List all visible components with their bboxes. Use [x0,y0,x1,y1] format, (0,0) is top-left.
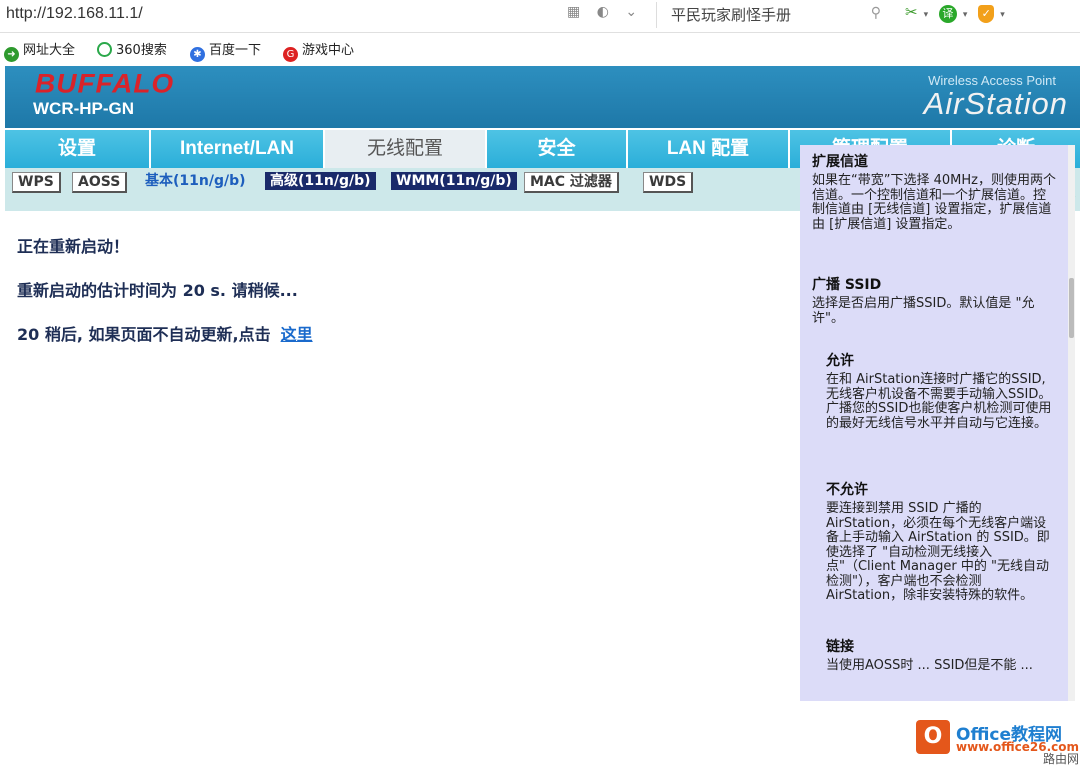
bookmarks-bar: ➜ 网址大全 360搜索 ✱ 百度一下 G 游戏中心 [0,33,1080,63]
search-box[interactable]: 平民玩家刷怪手册 ⚲ [656,2,889,28]
bookmark-360[interactable]: 360搜索 [97,39,167,58]
brand-logo: BUFFALO [35,68,175,99]
addressbar-tools: ▦ ◐ ⌄ [567,4,649,20]
bookmark-label: 游戏中心 [302,43,355,58]
subtab-mac-filter[interactable]: MAC 过滤器 [524,172,619,193]
refresh-link[interactable]: 这里 [281,325,313,344]
help-heading: 广播 SSID [812,277,882,293]
dropdown-icon[interactable]: ▾ [924,10,929,20]
help-heading: 链接 [826,639,854,655]
bookmark-game[interactable]: G 游戏中心 [283,39,354,62]
router-header: BUFFALO WCR-HP-GN Wireless Access Point … [5,66,1080,128]
help-panel: 扩展信道 如果在“带宽”下选择 40MHz，则使用两个信道。一个控制信道和一个扩… [800,145,1068,701]
bookmark-label: 360搜索 [116,43,167,58]
tab-internet-lan[interactable]: Internet/LAN [151,130,323,168]
subtab-wmm[interactable]: WMM(11n/g/b) [391,172,517,190]
main-content: 正在重新启动！ 重新启动的估计时间为 20 s. 请稍候... 20 稍后, 如… [5,211,805,767]
product-name: AirStation [923,86,1068,121]
game-icon: G [283,47,298,62]
bookmark-label: 网址大全 [23,43,76,58]
scissors-icon[interactable]: ✂ [905,3,918,21]
bookmark-nav[interactable]: ➜ 网址大全 [4,39,75,62]
help-text: 如果在“带宽”下选择 40MHz，则使用两个信道。一个控制信道和一个扩展信道。控… [812,173,1056,232]
compat-mode-icon[interactable]: ◐ [597,4,609,20]
extensions: ✂ ▾ 译 ▾ ✓ ▾ [905,3,1011,23]
help-heading: 不允许 [826,482,868,498]
bookmark-label: 百度一下 [209,43,262,58]
subtab-aoss[interactable]: AOSS [72,172,128,193]
dropdown-icon[interactable]: ▾ [1000,10,1005,20]
subtab-basic[interactable]: 基本(11n/g/b) [140,172,251,190]
grid-icon[interactable]: ▦ [567,4,580,20]
subtab-wds[interactable]: WDS [643,172,694,193]
translate-icon[interactable]: 译 [938,5,957,23]
office-logo: O [916,720,950,754]
tab-setup[interactable]: 设置 [5,130,149,168]
help-text: 要连接到禁用 SSID 广播的 AirStation，必须在每个无线客户端设备上… [826,501,1050,603]
search-input[interactable]: 平民玩家刷怪手册 [671,4,791,25]
help-text: 当使用AOSS时 ... SSID但是不能 ... [826,658,1033,673]
subtab-wps[interactable]: WPS [12,172,61,193]
watermark: O Office教程网 www.office26.com 路由网 [913,716,1080,767]
tab-wireless[interactable]: 无线配置 [325,130,485,168]
restart-hint: 20 稍后, 如果页面不自动更新,点击 这里 [17,321,313,345]
help-text: 选择是否启用广播SSID。默认值是 "允许"。 [812,296,1035,326]
help-text: 在和 AirStation连接时广播它的SSID, 无线客户机设备不需要手动输入… [826,372,1052,431]
search-icon[interactable]: ⚲ [871,5,881,21]
360-icon [97,42,112,57]
help-heading: 允许 [826,353,854,369]
compass-icon: ➜ [4,47,19,62]
url-text[interactable]: http://192.168.11.1/ [6,5,143,23]
watermark-sub: 路由网 [1043,752,1080,766]
help-scrollbar[interactable] [1068,145,1075,701]
dropdown-icon[interactable]: ▾ [963,10,968,20]
model-name: WCR-HP-GN [33,99,135,118]
restart-title: 正在重新启动！ [17,237,130,256]
paw-icon: ✱ [190,47,205,62]
address-bar[interactable]: http://192.168.11.1/ ▦ ◐ ⌄ 平民玩家刷怪手册 ⚲ ✂ ▾… [0,0,1080,33]
subtab-advanced[interactable]: 高级(11n/g/b) [265,172,376,190]
tab-security[interactable]: 安全 [487,130,626,168]
help-heading: 扩展信道 [812,154,868,170]
scroll-thumb[interactable] [1069,278,1074,338]
tab-lan-config[interactable]: LAN 配置 [628,130,788,168]
bookmark-baidu[interactable]: ✱ 百度一下 [190,39,261,62]
restart-estimate: 重新启动的估计时间为 20 s. 请稍候... [17,281,298,300]
chevron-down-icon[interactable]: ⌄ [625,4,637,20]
hint-text: 20 稍后, 如果页面不自动更新,点击 [17,325,271,344]
shield-icon[interactable]: ✓ [978,5,995,23]
